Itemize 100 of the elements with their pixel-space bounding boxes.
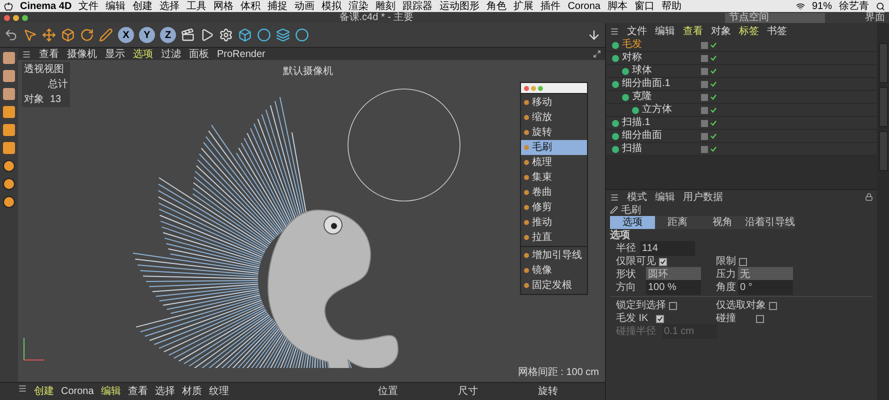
search-icon[interactable] (876, 2, 885, 10)
menu-item[interactable]: 模拟 (322, 0, 342, 14)
object-name[interactable]: 扫描.1 (622, 117, 650, 129)
viewport-menu-item[interactable]: 显示 (105, 46, 125, 62)
play-icon[interactable] (200, 28, 214, 42)
object-menu-item[interactable]: 查看 (683, 24, 703, 38)
clapperboard-icon[interactable] (181, 28, 195, 42)
object-menu-item[interactable]: 文件 (627, 24, 647, 38)
material-menu-item[interactable]: 选择 (154, 384, 175, 399)
layout-field[interactable]: 节点空间 (725, 12, 825, 22)
material-menu-item[interactable]: 创建 (34, 384, 54, 399)
viewport-menu-item[interactable]: 摄像机 (67, 46, 97, 62)
object-name[interactable]: 细分曲面.1 (622, 78, 670, 90)
attribute-menu-item[interactable]: 用户数据 (683, 190, 723, 204)
move-icon[interactable] (42, 28, 56, 42)
undo-icon[interactable] (4, 28, 18, 42)
minimize-window-icon[interactable] (13, 14, 19, 20)
wifi-icon[interactable] (796, 2, 805, 10)
brush-tool-item[interactable]: 梳理 (521, 155, 587, 170)
menu-item[interactable]: 运动图形 (440, 0, 480, 14)
menu-item[interactable]: 选择 (160, 0, 180, 14)
menu-item[interactable]: 动画 (294, 0, 315, 14)
axis-lock-button[interactable]: X (118, 27, 134, 43)
axis-lock-button[interactable]: Z (160, 27, 176, 43)
lock-icon[interactable] (865, 193, 873, 201)
sphere-icon[interactable] (257, 28, 271, 42)
rotate-icon[interactable] (80, 28, 94, 42)
snap-icon[interactable] (3, 160, 15, 172)
menu-item[interactable]: 文件 (78, 0, 99, 14)
menu-item[interactable]: 工具 (186, 0, 207, 14)
menu-item[interactable]: 渲染 (348, 0, 369, 14)
pen-icon[interactable] (99, 28, 113, 42)
attribute-tab[interactable]: 选项 (610, 216, 655, 229)
brush-tool-item[interactable]: 集束 (521, 170, 587, 185)
brush-tool-item[interactable]: 移动 (521, 95, 587, 110)
maximize-icon[interactable] (593, 50, 601, 58)
brush-tool-item[interactable]: 拉直 (521, 230, 587, 245)
radius-field[interactable]: 114 (640, 241, 695, 256)
menu-item[interactable]: 体积 (240, 0, 261, 14)
menu-item[interactable]: 扩展 (514, 0, 534, 14)
object-name[interactable]: 立方体 (642, 104, 672, 116)
apple-icon[interactable] (4, 2, 13, 10)
object-name[interactable]: 细分曲面 (622, 130, 662, 142)
menu-item[interactable]: 网格 (214, 0, 234, 14)
brush-tool-item[interactable]: 卷曲 (521, 185, 587, 200)
layers-icon[interactable] (276, 28, 290, 42)
layout-button[interactable]: 界面 (865, 12, 885, 22)
viewport-menu-item[interactable]: 查看 (39, 46, 59, 62)
menu-item[interactable]: 角色 (486, 0, 507, 14)
cube-icon[interactable] (238, 28, 252, 42)
object-menu-item[interactable]: 标签 (739, 24, 759, 38)
brush-tool-item[interactable]: 推动 (521, 215, 587, 230)
object-name[interactable]: 毛发 (622, 39, 642, 51)
brush-tool-item[interactable]: 修剪 (521, 200, 587, 215)
menu-item[interactable]: 创建 (132, 0, 153, 14)
menu-item[interactable]: 插件 (540, 0, 561, 14)
viewport[interactable]: 透视视图 总计 对象 13 默认摄像机 移动 缩放 旋转 毛刷 梳理 集束 卷曲 修剪 推动 拉直 增加引导线 镜像 固定发根 网格间距 : 100 cm (18, 60, 605, 382)
menu-item[interactable]: 脚本 (608, 0, 628, 14)
app-menu[interactable]: Cinema 4D (20, 0, 72, 14)
close-window-icon[interactable] (4, 14, 10, 20)
viewport-menu-item[interactable]: ProRender (217, 46, 266, 62)
checkbox[interactable] (656, 314, 664, 322)
brush-tool-item[interactable]: 增加引导线 (521, 248, 587, 263)
object-name[interactable]: 克隆 (632, 91, 652, 103)
brush-tool-item[interactable]: 固定发根 (521, 278, 587, 293)
zoom-window-icon[interactable] (22, 14, 28, 20)
object-menu-item[interactable]: 对象 (711, 24, 731, 38)
menu-item[interactable]: 跟踪器 (402, 0, 433, 14)
checkbox[interactable] (659, 258, 667, 266)
material-menu-item[interactable]: 材质 (182, 384, 202, 399)
material-menu-item[interactable]: 编辑 (100, 384, 121, 399)
object-menu-item[interactable]: 书签 (767, 24, 787, 38)
cube-icon[interactable] (61, 28, 75, 42)
angle-field[interactable]: 0 ° (738, 280, 793, 295)
viewport-menu-item[interactable]: 过滤 (161, 46, 181, 62)
axis-lock-button[interactable]: Y (139, 27, 155, 43)
checkbox[interactable] (756, 314, 764, 322)
material-menu-item[interactable]: Corona (61, 384, 94, 399)
circle-icon[interactable] (295, 28, 309, 42)
direction-field[interactable]: 100 % (646, 280, 701, 295)
cursor-icon[interactable] (23, 28, 37, 42)
attribute-menu-item[interactable]: 编辑 (655, 190, 675, 204)
material-menu-item[interactable]: 查看 (128, 384, 148, 399)
attribute-tab[interactable]: 沿着引导线 (745, 216, 795, 229)
download-icon[interactable] (587, 28, 601, 42)
snap-icon[interactable] (3, 196, 15, 208)
menu-item[interactable]: 雕刻 (376, 0, 396, 14)
attribute-tab[interactable]: 距离 (655, 216, 700, 229)
gear-icon[interactable] (219, 28, 233, 42)
menu-icon[interactable] (22, 50, 31, 58)
menu-item[interactable]: Corona (568, 0, 600, 14)
brush-tool-item[interactable]: 镜像 (521, 263, 587, 278)
menu-item[interactable]: 捕捉 (268, 0, 288, 14)
brush-tool-item[interactable]: 缩放 (521, 110, 587, 125)
attribute-tab[interactable]: 视角 (700, 216, 745, 229)
checkbox[interactable] (669, 302, 677, 310)
snap-icon[interactable] (3, 178, 15, 190)
checkbox[interactable] (739, 258, 747, 266)
menu-item[interactable]: 窗口 (634, 0, 654, 14)
attribute-menu-item[interactable]: 模式 (627, 190, 647, 204)
